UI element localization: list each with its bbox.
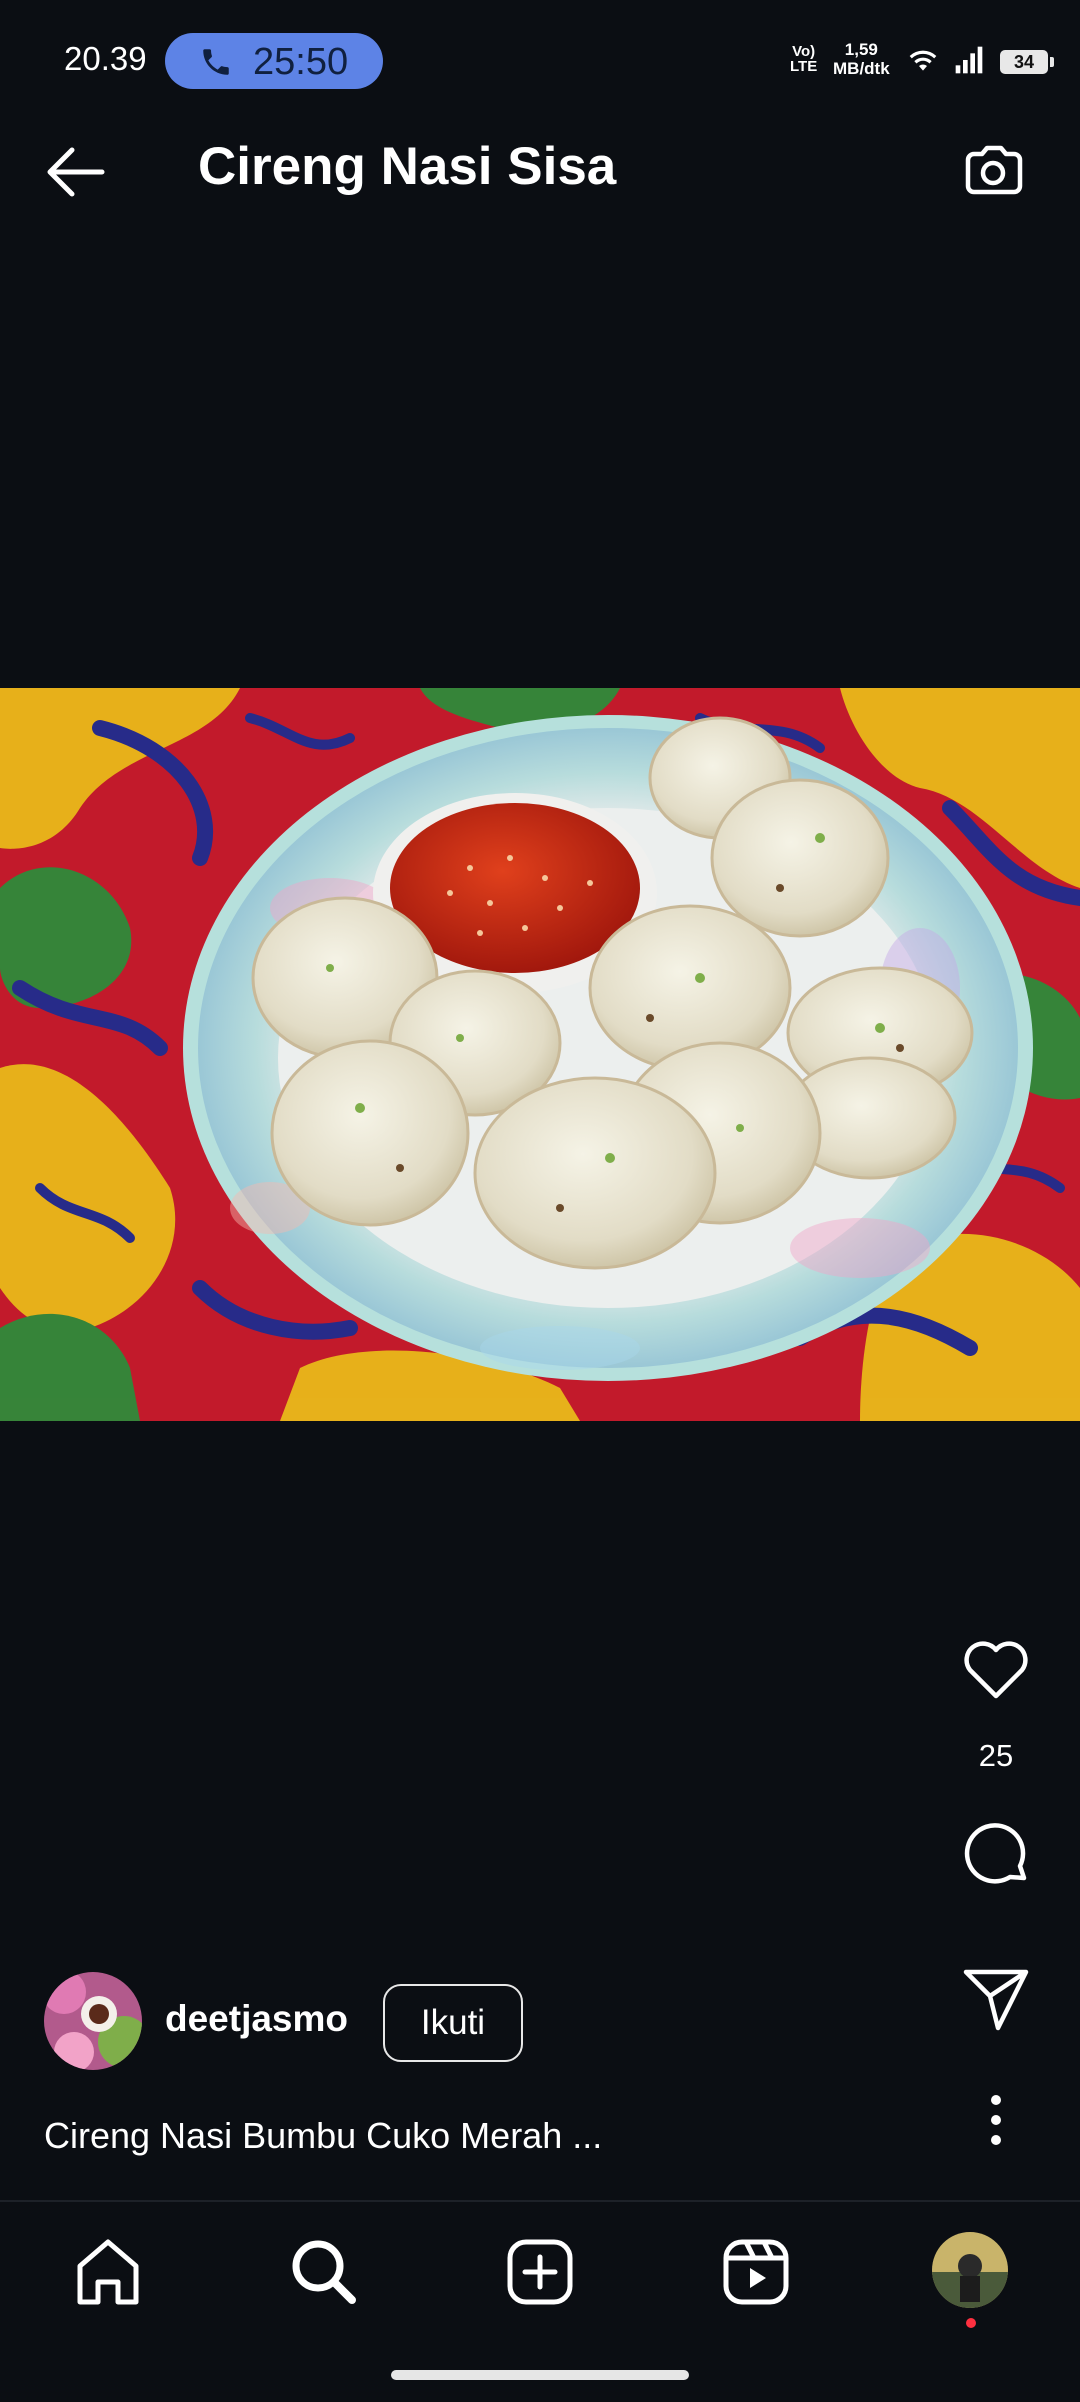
- home-icon[interactable]: [68, 2232, 148, 2312]
- signal-icon: [955, 46, 983, 74]
- more-vertical-icon[interactable]: [958, 2090, 1034, 2150]
- username[interactable]: deetjasmo: [165, 1998, 348, 2040]
- camera-icon[interactable]: [960, 138, 1026, 204]
- status-bar: 20.39 25:50 Vo) LTE 1,59 MB/dtk 34: [0, 0, 1080, 92]
- status-time: 20.39: [64, 40, 147, 77]
- avatar-image: [44, 1972, 142, 2070]
- phone-icon: [203, 49, 229, 75]
- comment-icon[interactable]: [958, 1816, 1034, 1892]
- like-count[interactable]: 25: [920, 1738, 1072, 1774]
- home-indicator[interactable]: [391, 2370, 689, 2380]
- post-author: deetjasmo Ikuti: [44, 1972, 744, 2072]
- follow-button[interactable]: Ikuti: [383, 1984, 523, 2062]
- avatar[interactable]: [44, 1972, 142, 2070]
- search-icon[interactable]: [284, 2232, 364, 2312]
- page-title: Cireng Nasi Sisa: [198, 137, 617, 196]
- arrow-left-icon[interactable]: [40, 142, 110, 202]
- heart-icon[interactable]: [958, 1632, 1034, 1708]
- post-caption[interactable]: Cireng Nasi Bumbu Cuko Merah ...: [44, 2115, 602, 2157]
- ongoing-call-pill[interactable]: 25:50: [165, 33, 383, 89]
- call-timer: 25:50: [253, 41, 349, 83]
- notification-dot: [966, 2318, 976, 2328]
- volte-indicator: Vo) LTE: [790, 43, 818, 75]
- post-photo[interactable]: [0, 688, 1080, 1421]
- profile-avatar: [932, 2232, 1008, 2308]
- wifi-icon: [909, 50, 937, 71]
- food-photo-image: [0, 688, 1080, 1421]
- profile-avatar-image: [932, 2232, 1008, 2308]
- plus-square-icon[interactable]: [500, 2232, 580, 2312]
- reels-icon[interactable]: [716, 2232, 796, 2312]
- send-icon[interactable]: [958, 1960, 1034, 2036]
- network-speed: 1,59 MB/dtk: [833, 40, 890, 78]
- profile-tab[interactable]: [932, 2232, 1008, 2328]
- app-header: Cireng Nasi Sisa: [0, 92, 1080, 252]
- battery-indicator: 34: [1000, 50, 1054, 74]
